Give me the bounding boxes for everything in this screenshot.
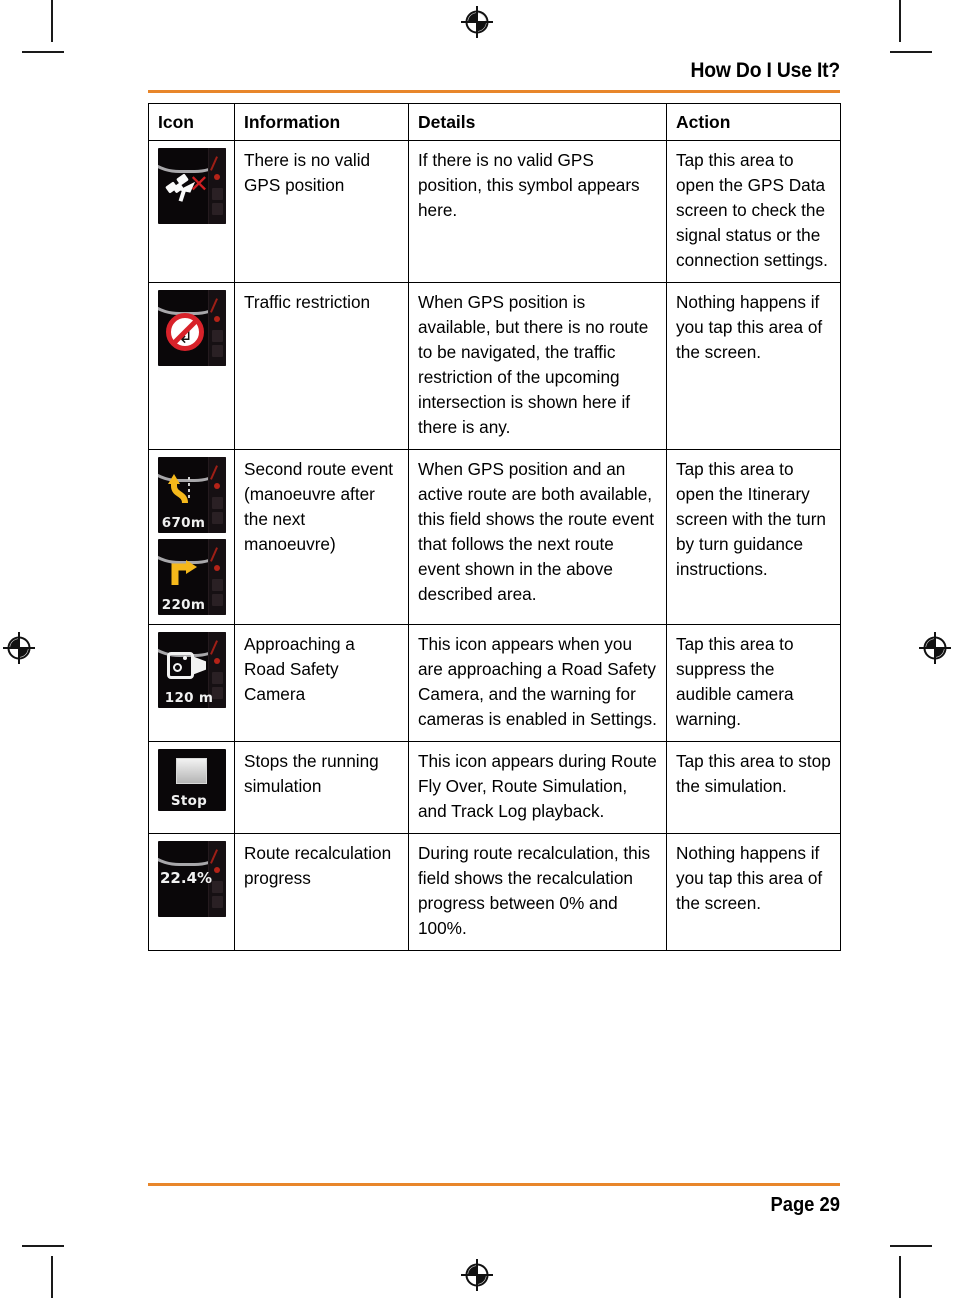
crop-mark-bottom-right-horizontal xyxy=(890,1245,932,1247)
details-cell: This icon appears during Route Fly Over,… xyxy=(408,741,667,834)
no-gps-position-icon: ✕ xyxy=(158,148,226,224)
page-content: How Do I Use It? Icon Information Detail… xyxy=(148,59,841,951)
icon-reference-table: Icon Information Details Action ✕ There … xyxy=(148,103,841,951)
action-cell: Nothing happens if you tap this area of … xyxy=(666,833,841,951)
column-header-details: Details xyxy=(408,103,667,141)
distance-caption: 670m xyxy=(161,514,206,531)
table-row: Stop Stops the running simulation This i… xyxy=(148,741,841,834)
page-number: Page 29 xyxy=(770,1194,840,1216)
table-row: 670m 220m Second route event (manoeuvre … xyxy=(148,449,841,625)
progress-percentage: 22.4% xyxy=(160,869,213,887)
crop-mark-bottom-left-horizontal xyxy=(22,1245,64,1247)
header-rule xyxy=(148,90,840,93)
information-cell: Stops the running simulation xyxy=(234,741,409,834)
column-header-information: Information xyxy=(234,103,409,141)
registration-mark-right-icon xyxy=(919,632,951,664)
table-row: 22.4% Route recalculation progress Durin… xyxy=(148,833,841,951)
road-safety-camera-icon: 120 m xyxy=(158,632,226,708)
information-cell: Second route event (manoeuvre after the … xyxy=(234,449,409,625)
crop-mark-bottom-left-vertical xyxy=(51,1256,53,1298)
icon-cell: Stop xyxy=(148,741,235,834)
icon-cell: ↲ xyxy=(148,282,235,450)
registration-mark-left-icon xyxy=(3,632,35,664)
registration-mark-bottom-icon xyxy=(461,1259,493,1291)
curve-left-arrow-icon xyxy=(168,474,190,504)
crop-mark-top-right-horizontal xyxy=(890,51,932,53)
icon-cell: 670m 220m xyxy=(148,449,235,625)
information-cell: Route recalculation progress xyxy=(234,833,409,951)
page-footer: Page 29 xyxy=(148,1183,840,1215)
table-header-row: Icon Information Details Action xyxy=(148,103,841,141)
crop-mark-top-right-vertical xyxy=(899,0,901,42)
icon-cell: ✕ xyxy=(148,140,235,283)
page-title: How Do I Use It? xyxy=(690,59,841,82)
route-recalculation-progress-icon: 22.4% xyxy=(158,841,226,917)
information-cell: Approaching a Road Safety Camera xyxy=(234,624,409,742)
no-left-turn-sign-icon: ↲ xyxy=(166,313,204,351)
icon-cell: 22.4% xyxy=(148,833,235,951)
table-row: ✕ There is no valid GPS position If ther… xyxy=(148,140,841,283)
distance-caption: 220m xyxy=(161,596,206,613)
stop-simulation-icon: Stop xyxy=(158,749,226,811)
action-cell: Tap this area to stop the simulation. xyxy=(666,741,841,834)
details-cell: When GPS position is available, but ther… xyxy=(408,282,667,450)
column-header-icon: Icon xyxy=(148,103,235,141)
traffic-restriction-icon: ↲ xyxy=(158,290,226,366)
stop-caption: Stop xyxy=(170,792,208,809)
registration-mark-top-icon xyxy=(461,6,493,38)
action-cell: Tap this area to open the Itinerary scre… xyxy=(666,449,841,625)
table-row: 120 m Approaching a Road Safety Camera T… xyxy=(148,624,841,742)
second-route-event-icon-670m: 670m xyxy=(158,457,226,533)
second-route-event-icon-220m: 220m xyxy=(158,539,226,615)
distance-caption: 120 m xyxy=(164,689,214,706)
details-cell: This icon appears when you are approachi… xyxy=(408,624,667,742)
turn-right-arrow-icon xyxy=(171,560,197,585)
column-header-action: Action xyxy=(666,103,841,141)
icon-cell: 120 m xyxy=(148,624,235,742)
details-cell: During route recalculation, this field s… xyxy=(408,833,667,951)
camera-icon xyxy=(167,652,207,679)
stop-square-icon xyxy=(176,758,207,784)
crop-mark-top-left-horizontal xyxy=(22,51,64,53)
information-cell: There is no valid GPS position xyxy=(234,140,409,283)
details-cell: If there is no valid GPS position, this … xyxy=(408,140,667,283)
red-x-icon: ✕ xyxy=(188,170,209,198)
crop-mark-top-left-vertical xyxy=(51,0,53,42)
information-cell: Traffic restriction xyxy=(234,282,409,450)
action-cell: Tap this area to open the GPS Data scree… xyxy=(666,140,841,283)
table-row: ↲ Traffic restriction When GPS position … xyxy=(148,282,841,450)
crop-mark-bottom-right-vertical xyxy=(899,1256,901,1298)
details-cell: When GPS position and an active route ar… xyxy=(408,449,667,625)
action-cell: Tap this area to suppress the audible ca… xyxy=(666,624,841,742)
action-cell: Nothing happens if you tap this area of … xyxy=(666,282,841,450)
